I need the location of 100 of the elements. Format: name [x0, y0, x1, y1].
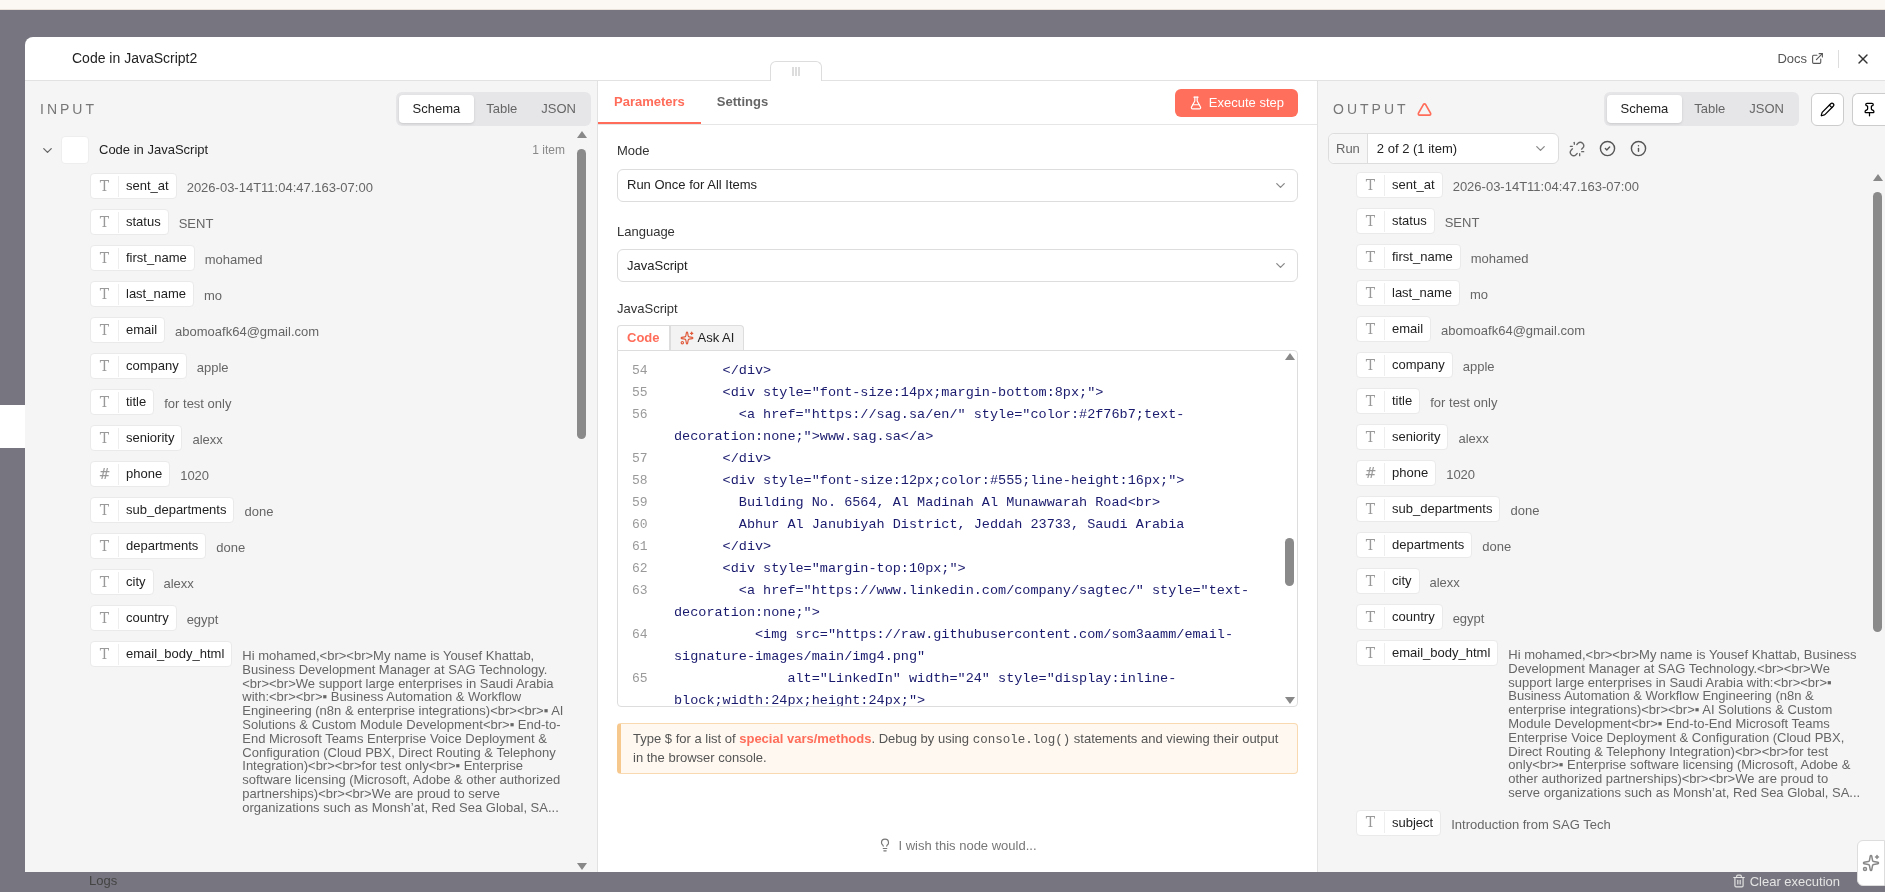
scroll-down-icon[interactable] — [1284, 695, 1296, 706]
scroll-down-icon[interactable] — [576, 862, 588, 872]
type-glyph: T — [1357, 498, 1385, 520]
execute-step-button[interactable]: Execute step — [1174, 88, 1298, 117]
field-key: first_name — [1385, 247, 1460, 267]
line-number: 64 — [631, 625, 649, 644]
field-key: phone — [119, 464, 170, 484]
docs-link[interactable]: Docs — [1777, 48, 1824, 69]
check-circle-icon[interactable] — [1599, 140, 1616, 157]
view-tab[interactable]: Table — [1682, 95, 1738, 123]
type-glyph: T — [1357, 426, 1385, 448]
editor-tab[interactable]: Code — [617, 324, 670, 350]
field-key: email_body_html — [1385, 643, 1498, 663]
field-key: email_body_html — [119, 644, 232, 664]
field-value: 1020 — [1446, 466, 1476, 484]
field-value: for test only — [1430, 394, 1498, 412]
run-select[interactable]: Run 2 of 2 (1 item) — [1328, 133, 1559, 164]
code-line: Building No. 6564, Al Madinah Al Munawwarah Road<br> — [737, 493, 1161, 512]
field-value: mo — [1470, 286, 1489, 304]
panel-tab[interactable]: Settings — [700, 81, 785, 124]
field-value: abomoafk64@gmail.com — [175, 323, 320, 341]
type-glyph: T — [91, 319, 119, 341]
type-glyph: T — [91, 283, 119, 305]
field-value: 2026-03-14T11:04:47.163-07:00 — [186, 179, 373, 197]
field-value: mo — [204, 287, 223, 305]
code-line: <div style="margin-top:10px;"> — [721, 559, 966, 578]
pin-button[interactable] — [1852, 92, 1885, 126]
type-glyph: T — [91, 427, 119, 449]
line-number: 62 — [631, 559, 649, 578]
line-number: 58 — [631, 471, 649, 490]
field-key: company — [119, 356, 186, 376]
scrollbar-thumb[interactable] — [1285, 537, 1294, 586]
field-value: done — [244, 503, 274, 521]
type-glyph: T — [91, 607, 119, 629]
feedback-link[interactable]: I wish this node would... — [898, 835, 1037, 855]
type-glyph: T — [1357, 210, 1385, 232]
code-line: block;width:24px;height:24px;"> — [674, 691, 927, 706]
field-key: last_name — [119, 284, 193, 304]
type-glyph: T — [1357, 318, 1385, 340]
field-value: alexx — [1458, 430, 1489, 448]
code-line: Abhur Al Janubiyah District, Jeddah 23733, Saudi Arabia — [737, 515, 1185, 534]
info-icon[interactable] — [1630, 140, 1647, 157]
drag-handle[interactable] — [770, 61, 822, 81]
scroll-up-icon[interactable] — [1872, 172, 1884, 182]
line-number: 65 — [631, 669, 649, 688]
item-count: 1 item — [532, 142, 565, 159]
type-glyph: T — [1357, 390, 1385, 412]
field-value: SENT — [1444, 214, 1480, 232]
type-glyph: # — [91, 463, 119, 485]
field-value: alexx — [192, 431, 223, 449]
scroll-up-icon[interactable] — [576, 129, 588, 139]
type-glyph: T — [1357, 570, 1385, 592]
language-select[interactable]: JavaScript — [617, 249, 1298, 282]
field-key: city — [1385, 571, 1419, 591]
type-glyph: T — [91, 571, 119, 593]
node-name: Code in JavaScript — [99, 141, 209, 160]
assistant-button[interactable] — [1857, 840, 1885, 886]
view-tab[interactable]: JSON — [529, 95, 588, 123]
code-line: </div> — [721, 449, 772, 468]
field-value: 2026-03-14T11:04:47.163-07:00 — [1452, 178, 1639, 196]
line-number: 56 — [631, 405, 649, 424]
field-value: done — [1482, 538, 1512, 556]
unlink-icon[interactable] — [1569, 140, 1585, 157]
code-line: </div> — [721, 361, 772, 380]
sparkle-icon — [679, 330, 694, 345]
type-glyph: T — [91, 211, 119, 233]
type-glyph: T — [1357, 282, 1385, 304]
scrollbar-thumb[interactable] — [577, 149, 586, 439]
field-key: last_name — [1385, 283, 1459, 303]
field-key: sent_at — [1385, 175, 1442, 195]
edit-button[interactable] — [1811, 92, 1844, 126]
field-key: departments — [119, 536, 206, 556]
view-tab[interactable]: JSON — [1737, 95, 1796, 123]
scrollbar-thumb[interactable] — [1873, 192, 1882, 632]
type-glyph: T — [1357, 534, 1385, 556]
field-value: Introduction from SAG Tech — [1451, 815, 1611, 834]
view-tab[interactable]: Schema — [1606, 95, 1683, 123]
field-value: alexx — [1429, 574, 1460, 592]
code-line: decoration:none;"> — [674, 603, 821, 622]
trash-icon — [1731, 874, 1746, 889]
line-number: 59 — [631, 493, 649, 512]
view-tab[interactable]: Table — [474, 95, 530, 123]
code-line: signature-images/main/img4.png" — [674, 647, 927, 666]
line-number: 57 — [631, 449, 649, 468]
line-number: 54 — [631, 361, 649, 380]
editor-label: JavaScript — [617, 300, 679, 318]
panel-tab[interactable]: Parameters — [598, 81, 701, 124]
code-line: <a href="https://sag.sa/en/" style="color:#2f76b7;text- — [737, 405, 1185, 424]
clear-execution-button[interactable]: Clear execution — [1731, 871, 1840, 891]
mode-select[interactable]: Run Once for All Items — [617, 168, 1298, 202]
view-tab[interactable]: Schema — [398, 95, 475, 123]
output-heading: OUTPUT — [1333, 99, 1409, 119]
type-glyph: T — [91, 175, 119, 197]
scrollbar[interactable] — [575, 129, 589, 872]
field-value: egypt — [186, 611, 219, 629]
code-editor[interactable] — [617, 349, 1298, 707]
code-line: <div style="font-size:14px;margin-bottom:8px;"> — [721, 383, 1104, 402]
mode-label: Mode — [617, 142, 651, 160]
type-glyph: T — [1357, 642, 1385, 664]
editor-tab[interactable]: Ask AI — [669, 324, 745, 350]
